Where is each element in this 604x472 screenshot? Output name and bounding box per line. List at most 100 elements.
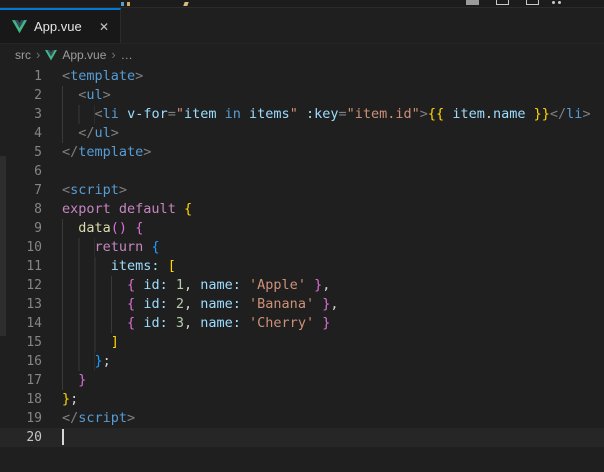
code-token: export xyxy=(62,201,111,217)
code-line[interactable]: 12 { id: 1, name: 'Apple' }, xyxy=(0,276,604,295)
line-number: 3 xyxy=(34,107,42,122)
code-area: 1 <template> 2 <ul> 3 <li v-for="item in it… xyxy=(0,66,604,447)
code-line[interactable]: 16 }; xyxy=(0,352,604,371)
indent-guide xyxy=(62,352,95,371)
code-token: "item.id" xyxy=(346,106,420,122)
code-token: v-for xyxy=(127,106,168,122)
code-token: { xyxy=(135,220,144,236)
code-line[interactable]: 18}; xyxy=(0,390,604,409)
code-line[interactable]: 2 <ul> xyxy=(0,86,604,105)
indent-guide xyxy=(62,219,79,238)
vue-file-icon xyxy=(12,19,27,33)
code-editor[interactable]: 1 <template> 2 <ul> 3 <li v-for="item in it… xyxy=(0,66,604,472)
chevron-right-icon: › xyxy=(111,47,116,62)
code-line[interactable]: 5 </template> xyxy=(0,143,604,162)
code-line[interactable]: 14 { id: 3, name: 'Cherry' } xyxy=(0,314,604,333)
code-token: > xyxy=(143,144,152,160)
code-token: {{ xyxy=(427,106,445,122)
more-actions-icon[interactable] xyxy=(552,1,561,4)
code-line[interactable]: 11 items: [ xyxy=(0,257,604,276)
code-token: > xyxy=(110,125,119,141)
code-token: = xyxy=(338,106,347,122)
code-token: 'Cherry' xyxy=(249,315,315,331)
code-token: { xyxy=(183,201,193,217)
indent-guide xyxy=(62,238,95,257)
line-number: 14 xyxy=(26,316,42,331)
code-token: [ xyxy=(167,258,176,274)
code-token: li xyxy=(102,106,119,122)
indent-guide xyxy=(62,257,111,276)
code-line[interactable]: 13 { id: 2, name: 'Banana' }, xyxy=(0,295,604,314)
breadcrumb-item-src[interactable]: src xyxy=(15,48,31,62)
code-token: , xyxy=(183,277,193,293)
code-line[interactable]: 20 xyxy=(0,428,604,447)
code-token: }} xyxy=(533,106,550,122)
open-changes-icon[interactable] xyxy=(466,0,479,5)
editor-tab-bar: App.vue ✕ xyxy=(0,8,604,44)
code-line[interactable]: 9 data() { xyxy=(0,219,604,238)
code-line[interactable]: 4 </ul> xyxy=(0,124,604,143)
line-number: 17 xyxy=(26,373,42,388)
indent-guide xyxy=(62,371,79,390)
line-number: 18 xyxy=(26,392,42,407)
line-number: 6 xyxy=(34,164,42,179)
tab-label: App.vue xyxy=(34,19,82,34)
code-line[interactable]: 8 export default { xyxy=(0,200,604,219)
line-number: 19 xyxy=(26,411,42,426)
code-line[interactable]: 1 <template> xyxy=(0,67,604,86)
line-number: 2 xyxy=(34,88,42,103)
code-token: ] xyxy=(110,334,119,350)
code-token: 2 xyxy=(175,296,184,312)
breadcrumb: src › App.vue › … xyxy=(0,44,604,66)
tab-app-vue[interactable]: App.vue ✕ xyxy=(0,8,121,43)
code-token: item xyxy=(183,106,217,122)
line-number: 5 xyxy=(34,145,42,160)
code-token: </ xyxy=(62,410,79,426)
vue-file-icon xyxy=(45,49,58,60)
split-editor-icon[interactable] xyxy=(496,0,509,5)
code-token: name: xyxy=(200,296,241,312)
breadcrumb-item-more[interactable]: … xyxy=(121,48,133,62)
code-token: default xyxy=(118,201,176,217)
indent-guide xyxy=(62,105,95,124)
code-token: items xyxy=(249,106,290,122)
code-line[interactable]: 17 } xyxy=(0,371,604,390)
code-token: = xyxy=(167,106,176,122)
close-icon[interactable]: ✕ xyxy=(97,20,111,34)
code-token: name: xyxy=(200,315,241,331)
line-number: 9 xyxy=(34,221,42,236)
code-line[interactable]: 7 <script> xyxy=(0,181,604,200)
code-token: , xyxy=(322,277,331,293)
indent-guide xyxy=(62,314,128,333)
code-token: li xyxy=(566,106,583,122)
code-token: template xyxy=(78,144,144,160)
indent-guide xyxy=(62,86,79,105)
code-token: id: xyxy=(143,315,168,331)
code-token: </ xyxy=(78,125,95,141)
cutoff-title-fragment xyxy=(127,2,130,6)
breadcrumb-item-file[interactable]: App.vue xyxy=(62,48,106,62)
code-line[interactable]: 19 </script> xyxy=(0,409,604,428)
code-line[interactable]: 10 return { xyxy=(0,238,604,257)
code-token: > xyxy=(127,410,136,426)
code-token: { xyxy=(151,239,160,255)
code-token: </ xyxy=(549,106,567,122)
code-token: in xyxy=(224,106,241,122)
code-line[interactable]: 15 ] xyxy=(0,333,604,352)
line-number: 15 xyxy=(26,335,42,350)
code-token: script xyxy=(78,410,128,426)
code-token: { xyxy=(127,277,136,293)
toggle-layout-icon[interactable] xyxy=(526,0,539,5)
code-line[interactable]: 6 xyxy=(0,162,604,181)
code-token: > xyxy=(419,106,428,122)
code-token: ul xyxy=(94,125,111,141)
line-number: 10 xyxy=(26,240,42,255)
code-line[interactable]: 3 <li v-for="item in items" :key="item.i… xyxy=(0,105,604,124)
code-token: < xyxy=(62,68,71,84)
